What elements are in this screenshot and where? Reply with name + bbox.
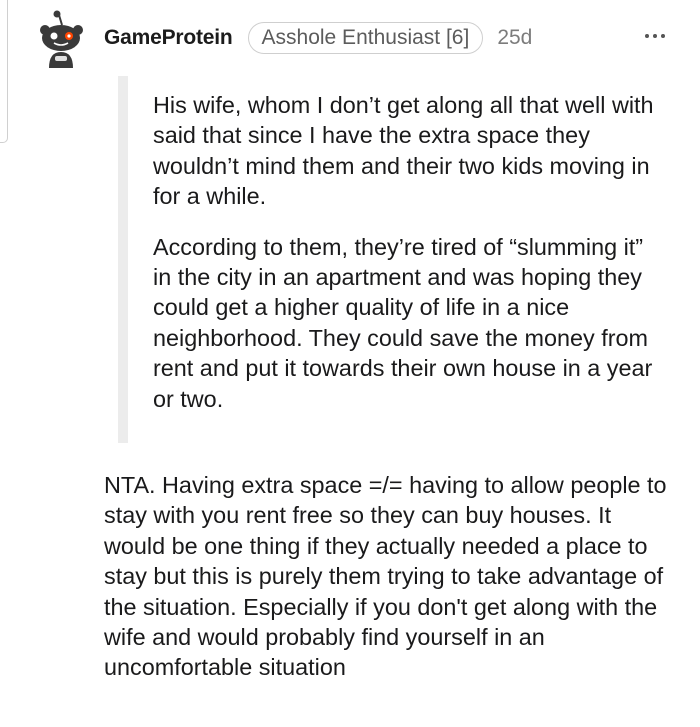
blockquote: His wife, whom I don’t get along all tha… bbox=[118, 76, 663, 443]
username-link[interactable]: GameProtein bbox=[104, 26, 233, 50]
snoo-avatar-icon[interactable] bbox=[35, 8, 87, 68]
avatar-graphic bbox=[40, 10, 83, 68]
comment-timestamp[interactable]: 25d bbox=[497, 26, 532, 50]
comment-body: NTA. Having extra space =/= having to al… bbox=[104, 472, 667, 681]
ellipsis-icon[interactable] bbox=[640, 24, 670, 48]
more-dot bbox=[661, 34, 665, 38]
comment-header: GameProtein Asshole Enthusiast [6] 25d bbox=[104, 20, 532, 56]
more-dot bbox=[645, 34, 649, 38]
user-flair: Asshole Enthusiast [6] bbox=[247, 22, 484, 54]
quote-paragraph: According to them, they’re tired of “slu… bbox=[153, 233, 653, 412]
adjacent-panel-edge bbox=[0, 0, 8, 143]
quote-paragraph: His wife, whom I don’t get along all tha… bbox=[153, 92, 654, 210]
more-dot bbox=[653, 34, 657, 38]
